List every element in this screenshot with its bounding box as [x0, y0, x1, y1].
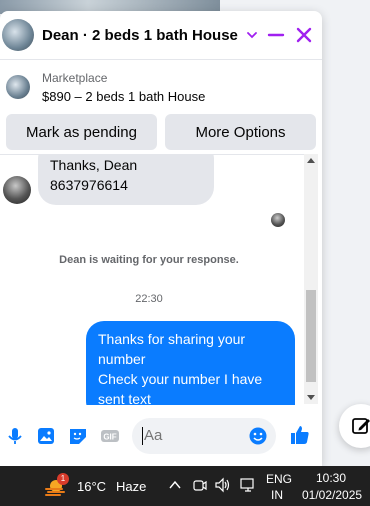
waiting-notice: Dean is waiting for your response.: [59, 254, 239, 266]
taskbar: 1 16°C Haze ENG IN 10:30 01/02/2025: [0, 466, 370, 506]
gif-icon[interactable]: GIF: [99, 425, 121, 447]
svg-text:GIF: GIF: [103, 433, 116, 442]
emoji-icon[interactable]: [248, 426, 268, 446]
scroll-down-arrow[interactable]: [307, 395, 315, 400]
outgoing-message: Thanks for sharing your number Check you…: [86, 321, 295, 405]
microphone-icon[interactable]: [4, 425, 26, 447]
chevron-down-icon[interactable]: [246, 29, 258, 41]
photo-icon[interactable]: [35, 425, 57, 447]
close-icon[interactable]: [294, 25, 314, 45]
network-icon[interactable]: [239, 477, 257, 493]
weather-condition: Haze: [116, 479, 147, 494]
thread-scrollbar[interactable]: [304, 154, 318, 404]
incoming-message: Thanks, Dean 8637976614: [38, 155, 214, 205]
outgoing-text-line: Check your number I have sent text: [98, 371, 263, 405]
listing-title: $890 – 2 beds 1 bath House: [42, 88, 206, 104]
message-input[interactable]: [142, 426, 246, 445]
speaker-icon[interactable]: [214, 477, 232, 493]
incoming-text-line: 8637976614: [50, 177, 128, 193]
message-thread: Thanks, Dean 8637976614 Dean is waiting …: [0, 154, 304, 405]
incoming-text-line: Thanks, Dean: [50, 157, 138, 173]
temperature-label: 16°C: [77, 479, 107, 494]
chat-title[interactable]: Dean · 2 beds 1 bath House: [42, 27, 238, 44]
chat-window: Dean · 2 beds 1 bath House Marketplace $…: [0, 11, 322, 466]
like-icon[interactable]: [288, 423, 312, 447]
clock-time[interactable]: 10:30: [316, 471, 346, 485]
sticker-icon[interactable]: [67, 425, 89, 447]
more-options-button[interactable]: More Options: [165, 114, 316, 150]
seen-receipt-avatar: [271, 213, 285, 227]
listing-meta: Marketplace $890 – 2 beds 1 bath House: [42, 71, 205, 104]
clock-date[interactable]: 01/02/2025: [302, 488, 362, 502]
message-timestamp: 22:30: [135, 293, 163, 305]
scroll-up-arrow[interactable]: [307, 158, 315, 163]
language-code[interactable]: ENG: [266, 472, 292, 486]
scroll-thumb[interactable]: [306, 290, 316, 382]
weather-badge: 1: [57, 473, 69, 485]
listing-avatar[interactable]: [2, 19, 34, 51]
meet-now-icon[interactable]: [192, 477, 208, 493]
mark-as-pending-button[interactable]: Mark as pending: [6, 114, 157, 150]
listing-card[interactable]: Marketplace $890 – 2 beds 1 bath House: [0, 60, 322, 114]
message-composer: GIF: [0, 415, 322, 459]
listing-source: Marketplace: [42, 70, 108, 85]
chat-header: Dean · 2 beds 1 bath House: [0, 11, 322, 60]
outgoing-text-line: Thanks for sharing your number: [98, 331, 246, 367]
minimize-icon[interactable]: [266, 25, 286, 45]
sender-avatar: [3, 176, 31, 204]
language-region[interactable]: IN: [271, 488, 283, 502]
weather-widget[interactable]: 1: [44, 473, 69, 498]
listing-thumbnail: [6, 75, 30, 99]
chevron-up-icon[interactable]: [169, 480, 181, 490]
listing-actions: Mark as pending More Options: [0, 114, 322, 158]
compose-icon: [352, 418, 370, 434]
message-input-box[interactable]: [132, 418, 276, 454]
